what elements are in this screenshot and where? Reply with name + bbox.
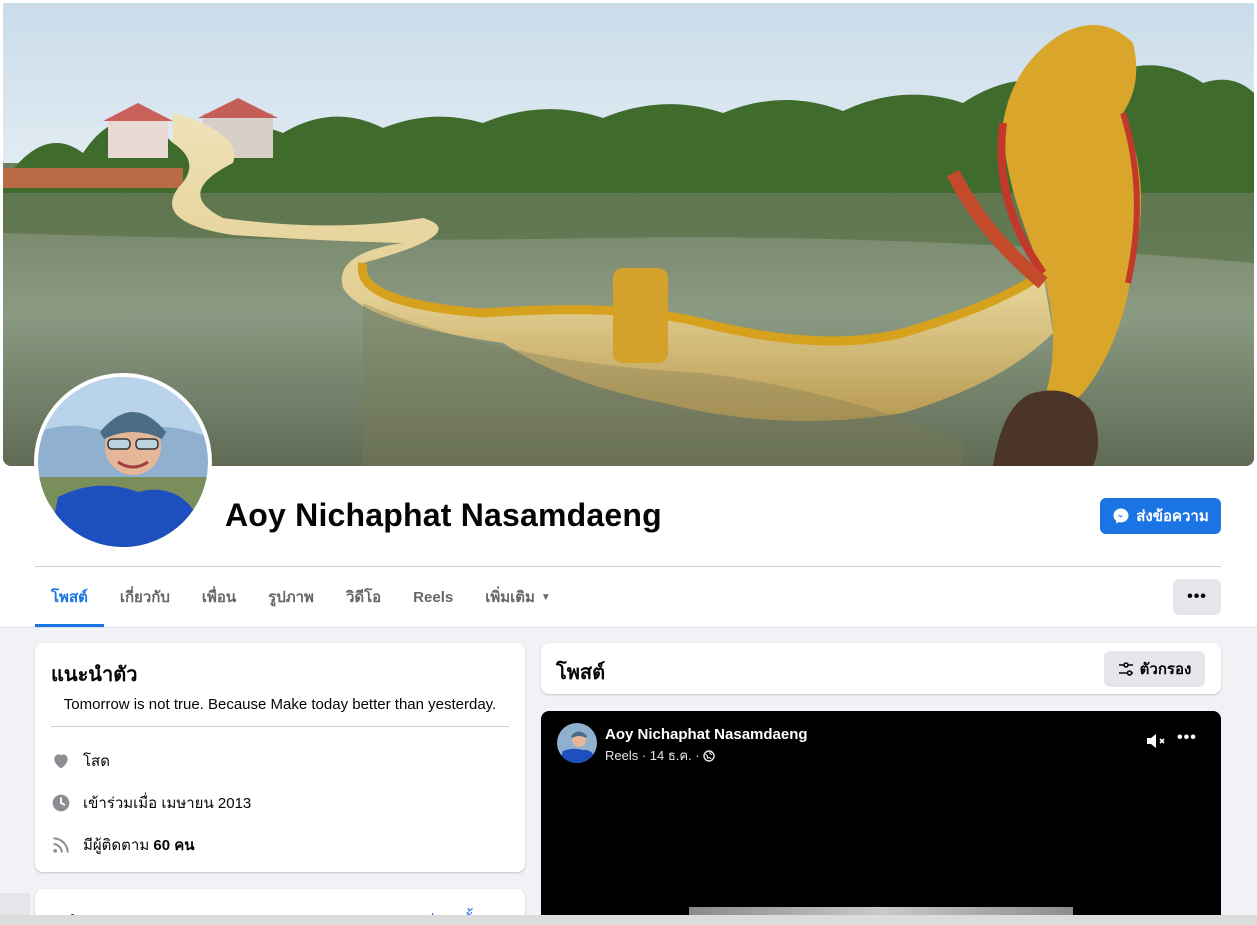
- tab-label: รูปภาพ: [268, 589, 314, 606]
- profile-avatar[interactable]: [34, 373, 212, 551]
- tab-photos[interactable]: รูปภาพ: [252, 567, 330, 627]
- avatar-image: [38, 377, 208, 547]
- joined-text: เข้าร่วมเมื่อ เมษายน 2013: [83, 795, 252, 812]
- reel-post[interactable]: Aoy Nichaphat Nasamdaeng Reels · 14 ธ.ค.…: [541, 711, 1221, 925]
- tab-label: โพสต์: [51, 589, 88, 606]
- followers-count: 60 คน: [153, 837, 195, 854]
- cover-image: [3, 3, 1254, 466]
- reel-avatar-image: [557, 723, 597, 763]
- tab-label: เพิ่มเติม: [485, 589, 535, 606]
- reel-author-name[interactable]: Aoy Nichaphat Nasamdaeng: [605, 726, 808, 743]
- rss-icon: [53, 837, 69, 853]
- horizontal-scrollbar[interactable]: [0, 915, 1257, 925]
- profile-more-button[interactable]: •••: [1173, 579, 1221, 615]
- tab-posts[interactable]: โพสต์: [35, 567, 104, 627]
- tab-videos[interactable]: วิดีโอ: [330, 567, 397, 627]
- intro-card: แนะนำตัว Tomorrow is not true. Because M…: [35, 643, 525, 872]
- intro-divider: [51, 726, 509, 727]
- globe-icon: [702, 749, 715, 762]
- intro-bio: Tomorrow is not true. Because Make today…: [63, 696, 497, 713]
- posts-title: โพสต์: [556, 662, 606, 684]
- messenger-icon: [1113, 508, 1129, 524]
- tab-about[interactable]: เกี่ยวกับ: [104, 567, 186, 627]
- mute-icon[interactable]: [1145, 731, 1167, 751]
- tab-label: เกี่ยวกับ: [119, 589, 170, 606]
- tab-more[interactable]: เพิ่มเติม ▼: [469, 567, 567, 627]
- posts-header-card: โพสต์ ตัวกรอง: [541, 643, 1221, 694]
- clock-icon: [52, 794, 70, 812]
- profile-tabs: โพสต์ เกี่ยวกับ เพื่อน รูปภาพ วิดีโอ Ree…: [35, 567, 567, 627]
- send-message-button[interactable]: ส่งข้อความ: [1100, 498, 1221, 534]
- intro-title: แนะนำตัว: [51, 664, 138, 686]
- tab-friends[interactable]: เพื่อน: [186, 567, 252, 627]
- filter-button[interactable]: ตัวกรอง: [1104, 651, 1205, 687]
- filter-label: ตัวกรอง: [1139, 661, 1192, 678]
- joined-row: เข้าร่วมเมื่อ เมษายน 2013: [51, 791, 251, 815]
- reel-menu-button[interactable]: •••: [1177, 729, 1197, 747]
- tab-reels[interactable]: Reels: [397, 567, 469, 627]
- relationship-text: โสด: [83, 753, 110, 770]
- send-message-label: ส่งข้อความ: [1136, 508, 1209, 525]
- followers-row[interactable]: มีผู้ติดตาม 60 คน: [51, 833, 195, 857]
- caret-down-icon: ▼: [540, 591, 551, 603]
- tab-label: Reels: [413, 588, 454, 606]
- heart-icon: [54, 754, 68, 769]
- reel-meta: Reels · 14 ธ.ค. ·: [605, 745, 715, 766]
- cover-photo[interactable]: [3, 3, 1254, 466]
- reel-author-avatar[interactable]: [557, 723, 597, 763]
- filter-icon: [1118, 662, 1133, 676]
- relationship-row: โสด: [51, 749, 110, 773]
- followers-text: มีผู้ติดตาม 60 คน: [83, 833, 195, 857]
- reel-meta-text: Reels · 14 ธ.ค. ·: [605, 748, 700, 763]
- tab-label: วิดีโอ: [345, 589, 382, 606]
- tab-label: เพื่อน: [201, 589, 237, 606]
- profile-name: Aoy Nichaphat Nasamdaeng: [225, 497, 662, 533]
- followers-prefix: มีผู้ติดตาม: [83, 837, 154, 854]
